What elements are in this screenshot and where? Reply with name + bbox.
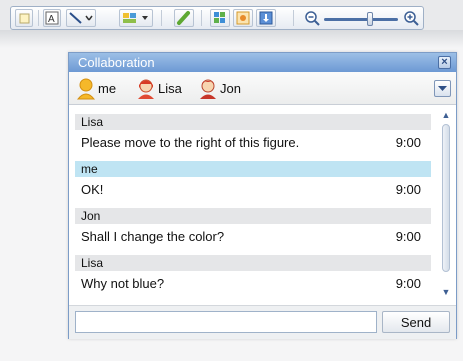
svg-text:A: A [48,14,55,25]
toolbar: A [10,6,424,30]
select-icon [19,13,30,24]
grid-icon [214,12,225,23]
shape-tool-button[interactable] [119,9,153,27]
message-item: Jon Shall I change the color? 9:00 [75,205,437,252]
message-input[interactable] [75,311,377,333]
message-list[interactable]: Lisa Please move to the right of this fi… [75,111,437,297]
toolbar-separator [38,10,39,26]
panel-title: Collaboration [78,55,155,70]
message-text: Why not blue? [81,276,165,291]
message-sender: me [75,161,431,177]
message-item: Lisa Please move to the right of this fi… [75,111,437,158]
download-tool-button[interactable] [256,9,276,27]
zoom-slider-handle[interactable] [367,12,373,26]
user-icon [138,79,154,99]
compose-bar: Send [69,305,456,339]
participant-name: me [98,81,117,96]
toolbar-separator [293,10,294,26]
participants-bar: me Lisa Jon [69,72,456,105]
image-icon [236,11,250,25]
message-time: 9:00 [395,276,421,291]
text-tool-button[interactable]: A [43,9,61,27]
pen-tool-button[interactable] [174,9,194,27]
message-item: Lisa Why not blue? 9:00 [75,252,437,297]
panel-titlebar[interactable]: Collaboration × [69,53,456,72]
participant-name: Jon [220,81,241,96]
toolbar-separator [161,10,162,26]
user-icon [200,79,216,99]
collaboration-panel: Collaboration × me Lisa Jon Lisa Please … [68,52,457,339]
image-tool-button[interactable] [233,9,253,27]
line-tool-button[interactable] [66,9,96,27]
message-scrollbar[interactable]: ▲ ▼ [439,108,453,299]
participant-name: Lisa [158,81,182,96]
scroll-thumb[interactable] [442,124,450,272]
message-time: 9:00 [395,182,421,197]
participants-dropdown[interactable] [434,80,451,97]
line-icon [69,12,93,24]
message-item: me OK! 9:00 [75,158,437,205]
canvas-shadow [0,30,463,48]
message-time: 9:00 [395,229,421,244]
send-button[interactable]: Send [382,311,450,333]
message-sender: Lisa [75,114,431,130]
message-time: 9:00 [395,135,421,150]
pen-icon [177,11,190,25]
user-icon [76,78,96,100]
zoom-in-icon[interactable] [403,10,419,26]
message-sender: Jon [75,208,431,224]
message-text: Shall I change the color? [81,229,225,244]
scroll-up-icon[interactable]: ▲ [439,108,453,122]
shape-icon [123,13,148,23]
toolbar-separator [201,10,202,26]
download-icon [259,11,273,25]
scroll-down-icon[interactable]: ▼ [439,285,453,299]
message-text: Please move to the right of this figure. [81,135,300,150]
grid-tool-button[interactable] [210,9,230,27]
select-tool-button[interactable] [15,9,33,27]
message-sender: Lisa [75,255,431,271]
message-text: OK! [81,182,104,197]
text-icon: A [45,11,59,25]
zoom-out-icon[interactable] [304,10,320,26]
close-button[interactable]: × [438,56,451,69]
chevron-down-icon [438,86,447,91]
zoom-slider-track[interactable] [324,18,398,21]
